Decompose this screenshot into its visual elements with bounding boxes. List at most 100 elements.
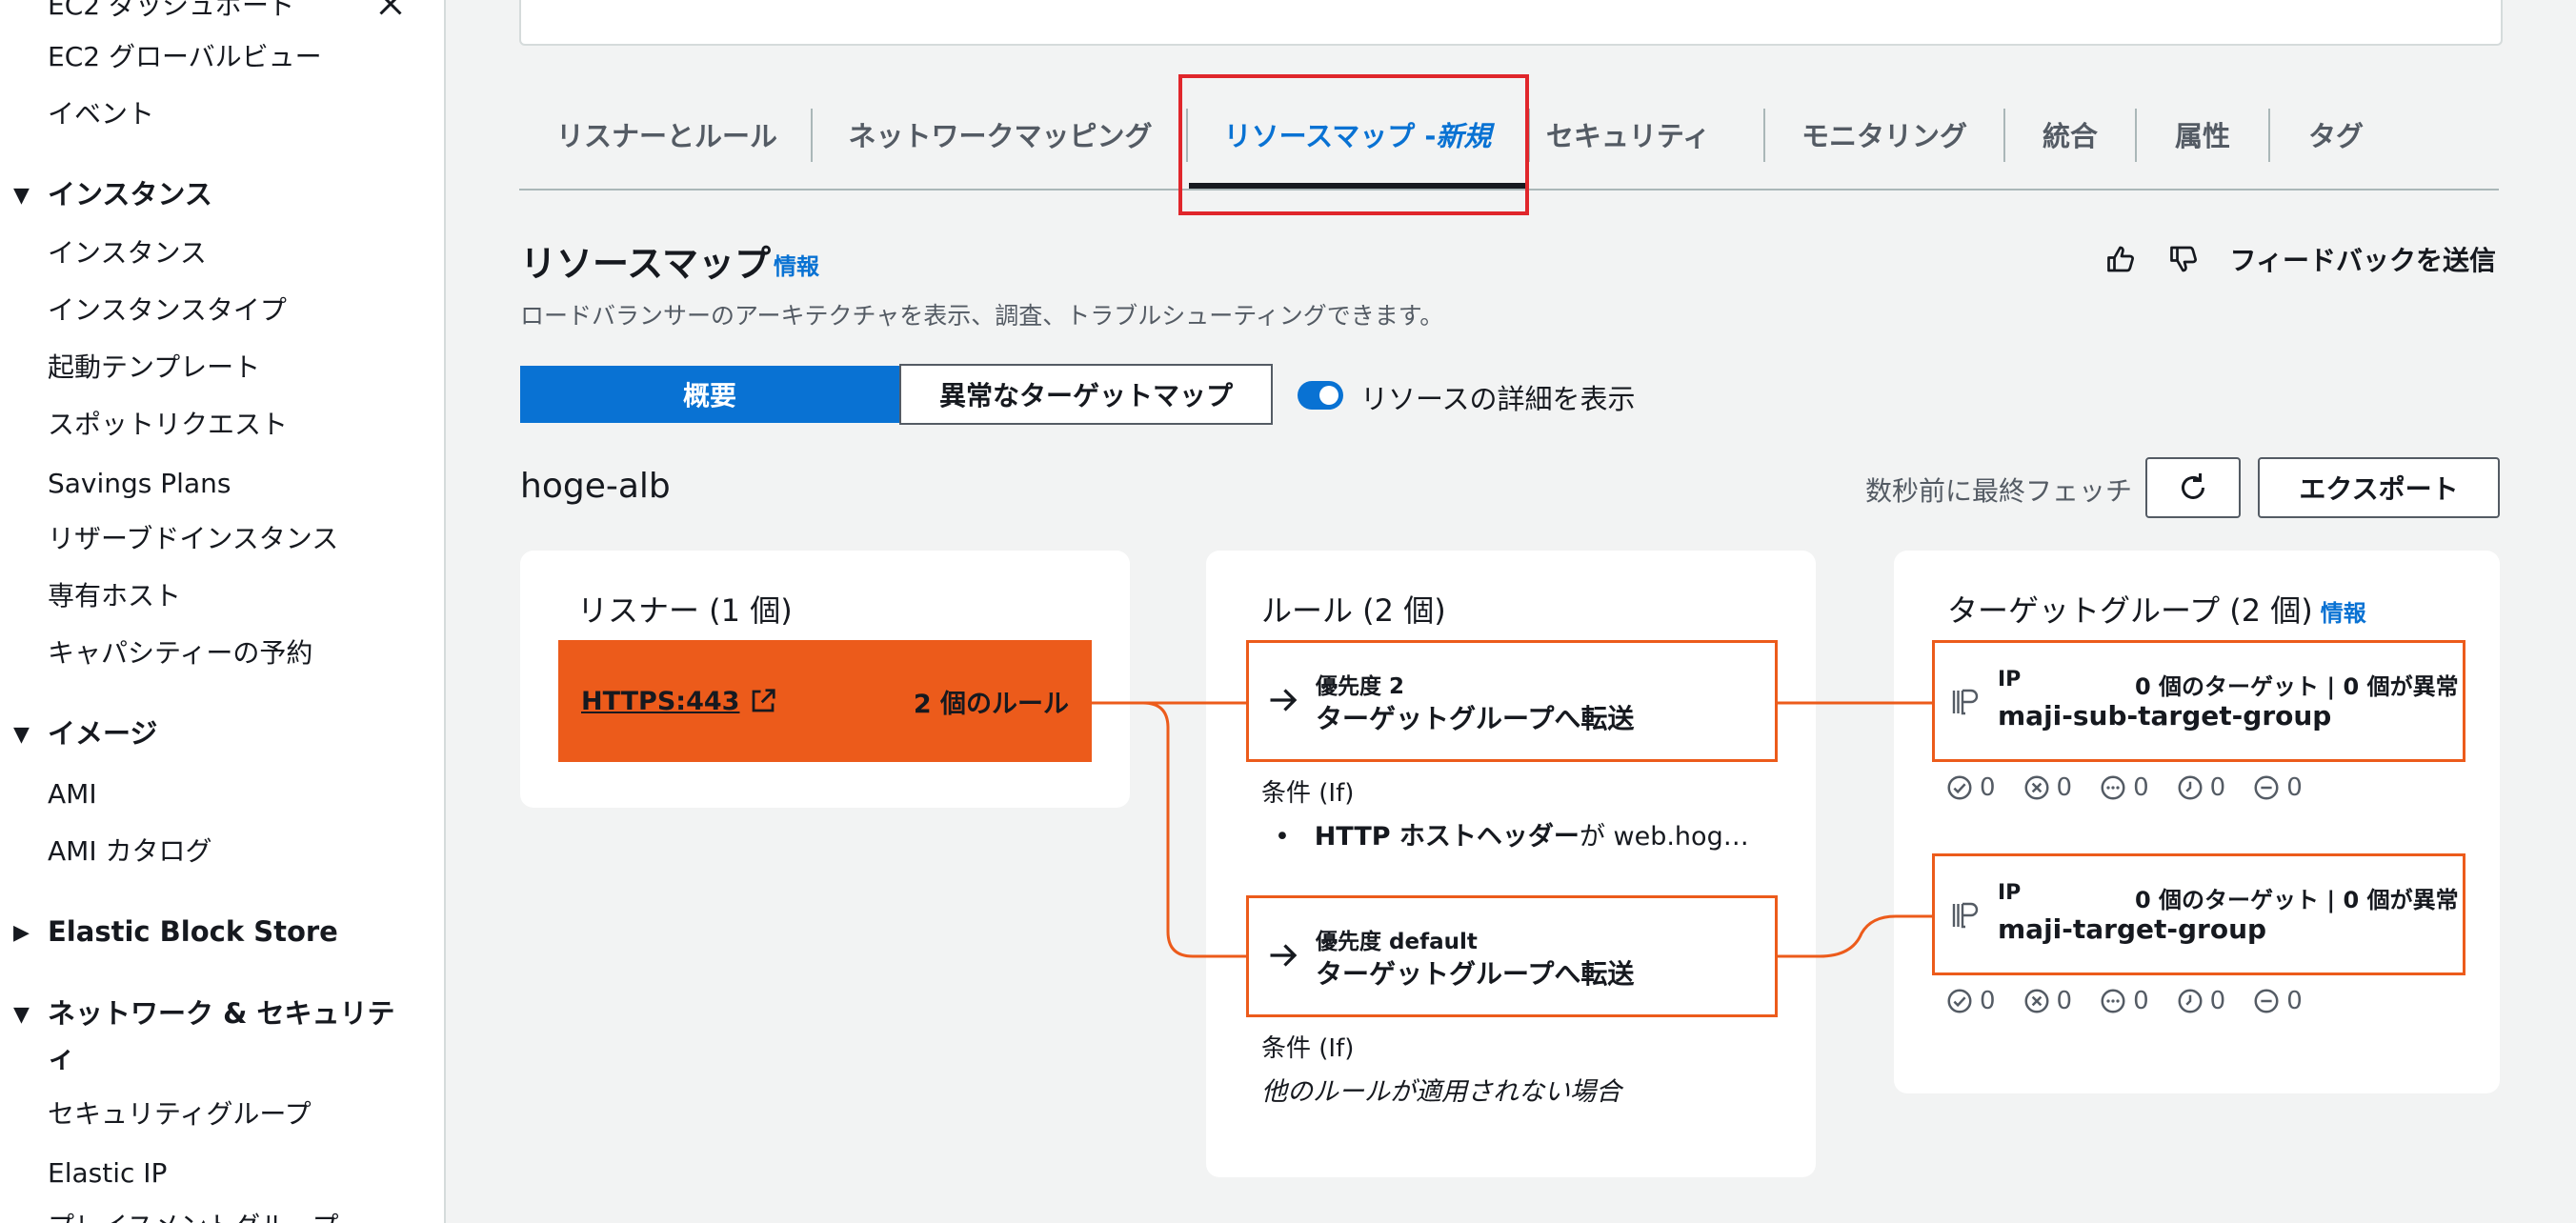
target-group-card[interactable]: IP 0 個のターゲット | 0 個が異常 maji-target-group — [1932, 853, 2465, 975]
thumbs-up-icon[interactable] — [2104, 242, 2139, 276]
view-segmented-control: 概要 異常なターゲットマップ — [520, 364, 1273, 427]
overview-button[interactable]: 概要 — [520, 366, 899, 423]
tab-listeners-rules[interactable]: リスナーとルール — [519, 80, 815, 189]
listener-link[interactable]: HTTPS:443 — [581, 687, 777, 716]
ellipsis-circle-icon — [2101, 989, 2125, 1013]
sidebar-item-savings-plans[interactable]: Savings Plans — [48, 467, 231, 501]
sidebar-section-ebs[interactable]: ▶ Elastic Block Store — [13, 912, 338, 952]
tab-monitoring[interactable]: モニタリング — [1765, 80, 2003, 189]
info-link[interactable]: 情報 — [2321, 600, 2366, 627]
external-link-icon — [753, 689, 776, 712]
sidebar-item-instances[interactable]: インスタンス — [48, 236, 207, 271]
export-button[interactable]: エクスポート — [2258, 457, 2500, 518]
fetch-status: 数秒前に最終フェッチ — [1865, 475, 2133, 507]
tab-network-mapping[interactable]: ネットワークマッピング — [813, 80, 1188, 189]
listener-card: HTTPS:443 2 個のルール — [558, 640, 1092, 762]
stat-unhealthy: 0 — [2023, 987, 2072, 1015]
sidebar-item-capacity-reservations[interactable]: キャパシティーの予約 — [48, 636, 312, 671]
page-description: ロードバランサーのアーキテクチャを表示、調査、トラブルシューティングできます。 — [520, 302, 1444, 330]
sidebar-item-security-groups[interactable]: セキュリティグループ — [48, 1097, 312, 1132]
stat-unused: 0 — [2252, 773, 2303, 802]
thumbs-down-icon[interactable] — [2167, 242, 2202, 276]
target-group-name: maji-sub-target-group — [1998, 700, 2332, 732]
sidebar: EC2 ダッシュボード EC2 グローバルビュー イベント ▼ インスタンス イン… — [0, 0, 446, 1223]
sidebar-section-instances[interactable]: ▼ インスタンス — [13, 175, 212, 215]
rule-condition-label: 条件 (If) — [1261, 1034, 1355, 1063]
arrow-right-icon — [1270, 944, 1298, 967]
close-icon[interactable] — [373, 0, 408, 21]
target-type: IP — [1998, 881, 2022, 905]
sidebar-item-spot-requests[interactable]: スポットリクエスト — [48, 408, 288, 442]
caret-down-icon: ▼ — [13, 1003, 30, 1027]
sidebar-item-launch-templates[interactable]: 起動テンプレート — [48, 351, 260, 385]
check-circle-icon — [1947, 989, 1972, 1013]
load-balancer-name: hoge-alb — [520, 467, 671, 506]
feedback-link[interactable]: フィードバックを送信 — [2230, 240, 2496, 278]
tab-attributes[interactable]: 属性 — [2137, 80, 2268, 189]
refresh-icon — [2182, 473, 2204, 499]
target-groups-title: ターゲットグループ (2 個) 情報 — [1947, 592, 2366, 629]
rule-condition: 他のルールが適用されない場合 — [1261, 1077, 1621, 1107]
info-link[interactable]: 情報 — [774, 248, 819, 281]
stat-unhealthy: 0 — [2023, 773, 2072, 802]
sidebar-item-reserved-instances[interactable]: リザーブドインスタンス — [48, 522, 338, 556]
caret-down-icon: ▼ — [13, 184, 30, 208]
tab-integrations[interactable]: 統合 — [2005, 80, 2135, 189]
refresh-button[interactable] — [2145, 457, 2241, 518]
resource-details-toggle[interactable] — [1298, 381, 1343, 410]
rule-card[interactable]: 優先度 default ターゲットグループへ転送 — [1246, 895, 1778, 1017]
minus-circle-icon — [2254, 775, 2279, 800]
sidebar-item-global-view[interactable]: EC2 グローバルビュー — [48, 40, 322, 74]
target-group-card[interactable]: IP 0 個のターゲット | 0 個が異常 maji-sub-target-gr… — [1932, 640, 2465, 762]
rule-card[interactable]: 優先度 2 ターゲットグループへ転送 — [1246, 640, 1778, 762]
target-group-name: maji-target-group — [1998, 913, 2267, 945]
stat-draining: 0 — [2176, 987, 2225, 1015]
tab-security[interactable]: セキュリティ — [1530, 80, 1726, 189]
minus-circle-icon — [2254, 989, 2279, 1013]
stat-unused: 0 — [2252, 987, 2303, 1015]
details-card — [519, 0, 2503, 46]
sidebar-item-events[interactable]: イベント — [48, 97, 154, 131]
rule-priority: 優先度 2 — [1316, 674, 1405, 699]
sidebar-section-images[interactable]: ▼ イメージ — [13, 714, 157, 754]
sidebar-section-network-security-wrap: ィ — [48, 1041, 76, 1073]
caret-down-icon: ▼ — [13, 723, 30, 747]
resource-details-toggle-label: リソースの詳細を表示 — [1360, 383, 1636, 415]
ellipsis-circle-icon — [2101, 775, 2125, 800]
sidebar-section-network-security[interactable]: ▼ ネットワーク & セキュリテ — [13, 994, 394, 1034]
caret-right-icon: ▶ — [13, 921, 30, 945]
sidebar-item-dedicated-hosts[interactable]: 専有ホスト — [48, 579, 181, 613]
tab-tags[interactable]: タグ — [2270, 80, 2402, 189]
unhealthy-target-map-button[interactable]: 異常なターゲットマップ — [899, 364, 1273, 425]
ip-icon — [1952, 902, 1979, 929]
x-circle-icon — [2024, 775, 2049, 800]
target-type: IP — [1998, 668, 2022, 692]
stat-draining: 0 — [2176, 773, 2225, 802]
clock-icon — [2178, 989, 2203, 1013]
target-health-stats: 0 0 0 0 0 — [1945, 773, 2303, 802]
highlight-box — [1178, 74, 1529, 215]
target-counts: 0 個のターゲット | 0 個が異常 — [2135, 887, 2459, 913]
stat-healthy: 0 — [1945, 987, 1996, 1015]
arrow-right-icon — [1270, 689, 1298, 712]
rule-priority: 優先度 default — [1316, 930, 1478, 954]
ip-icon — [1952, 689, 1979, 715]
listener-rule-count: 2 個のルール — [913, 689, 1069, 719]
page-title: リソースマップ — [520, 243, 771, 285]
rule-action: ターゲットグループへ転送 — [1316, 958, 1635, 990]
check-circle-icon — [1947, 775, 1972, 800]
sidebar-item-instance-types[interactable]: インスタンスタイプ — [48, 293, 287, 328]
rule-condition-label: 条件 (If) — [1261, 779, 1355, 808]
sidebar-item-ami-catalog[interactable]: AMI カタログ — [48, 834, 211, 869]
target-health-stats: 0 0 0 0 0 — [1945, 987, 2303, 1015]
sidebar-item-ami[interactable]: AMI — [48, 777, 97, 812]
stat-initial: 0 — [2099, 987, 2149, 1015]
sidebar-item-placement-groups[interactable]: プレイスメントグループ — [48, 1210, 338, 1223]
feedback-area: フィードバックを送信 — [2104, 240, 2496, 278]
sidebar-item-elastic-ip[interactable]: Elastic IP — [48, 1156, 167, 1191]
target-counts: 0 個のターゲット | 0 個が異常 — [2135, 673, 2459, 700]
sidebar-item-ec2-dashboard[interactable]: EC2 ダッシュボード — [48, 0, 295, 23]
x-circle-icon — [2024, 989, 2049, 1013]
rules-title: ルール (2 個) — [1261, 592, 1446, 629]
rule-condition: • HTTP ホストヘッダーが web.hog… — [1275, 822, 1749, 852]
